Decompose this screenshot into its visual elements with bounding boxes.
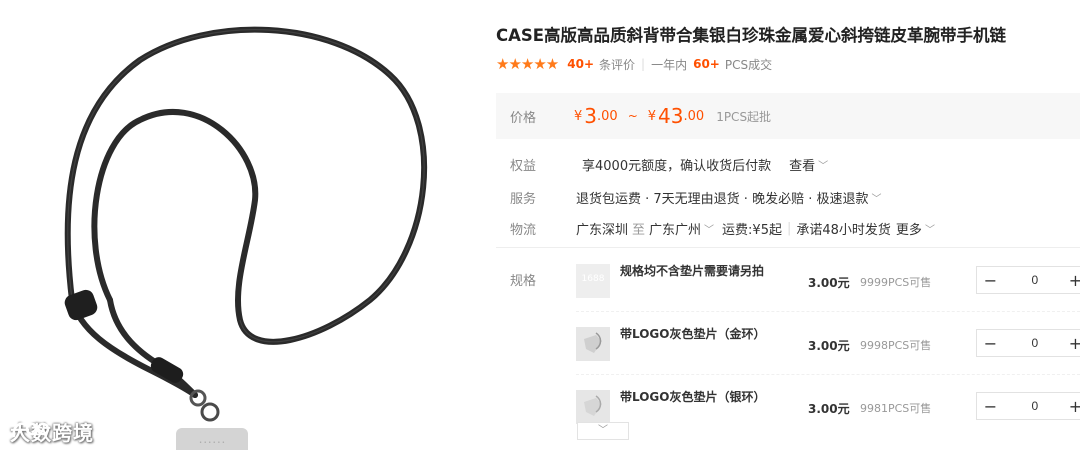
logistics-to[interactable]: 广东广州 (649, 219, 701, 238)
quantity-stepper: − + (976, 392, 1080, 420)
price-box: 价格 ¥ 3 .00 ~ ¥ 43 .00 1PCS起批 (496, 93, 1080, 139)
logistics-from: 广东深圳 (576, 222, 629, 238)
spec-name: 带LOGO灰色垫片（金环） (620, 327, 766, 341)
stats-divider: | (641, 57, 646, 71)
spec-stock: 9999PCS可售 (860, 276, 932, 289)
freight-text: 运费:¥5起 (722, 222, 782, 238)
rights-label: 权益 (510, 158, 537, 174)
review-label[interactable]: 条评价 (599, 56, 635, 73)
price-high: 43 (658, 104, 684, 128)
price-high-decimal: .00 (683, 108, 705, 124)
watermark: 大数跨境 (10, 417, 94, 446)
spec-thumbnail-placeholder[interactable]: 1688 (576, 264, 610, 298)
lanyard-image: • • • • • • (64, 26, 428, 450)
rating-stars-icon: ★★★★★ (496, 55, 559, 73)
spec-price: 3.00元 (808, 276, 850, 290)
spec-item: 1688 规格均不含垫片需要请另拍 3.00元 9999PCS可售 − + (576, 248, 1080, 310)
spec-stock: 9981PCS可售 (860, 402, 932, 415)
chevron-down-icon[interactable]: ﹀ (925, 221, 935, 236)
service-row: 服务 退货包运费 · 7天无理由退货 · 晚发必赔 · 极速退款 ﹀ (496, 186, 881, 208)
spec-item: 带LOGO灰色垫片（金环） 3.00元 9998PCS可售 − + (576, 311, 1080, 373)
quantity-input[interactable] (1003, 273, 1066, 287)
spec-name: 规格均不含垫片需要请另拍 (620, 264, 765, 278)
logistics-more-link[interactable]: 更多 (896, 219, 922, 238)
service-label: 服务 (510, 191, 537, 207)
logistics-row: 物流 广东深圳 至 广东广州 ﹀ 运费:¥5起 | 承诺48小时发货 更多 ﹀ (496, 217, 935, 239)
chevron-down-icon[interactable]: ﹀ (818, 157, 828, 172)
expand-down-icon: ﹀ (598, 425, 608, 436)
clip-pad-image (576, 390, 610, 424)
price-label: 价格 (510, 110, 537, 126)
increase-button[interactable]: + (1066, 397, 1080, 416)
shipping-promise: 承诺48小时发货 (796, 222, 891, 238)
watermark-logo-icon (12, 422, 50, 438)
deal-label: PCS成交 (724, 57, 773, 72)
rights-row: 权益 享4000元额度，确认收货后付款 查看 ﹀ (496, 153, 828, 175)
spec-thumbnail[interactable] (576, 390, 610, 424)
currency-symbol-high: ¥ (647, 108, 657, 124)
spec-name: 带LOGO灰色垫片（银环） (620, 390, 766, 404)
chevron-down-icon[interactable]: ﹀ (871, 190, 881, 205)
product-detail: CASE高版高品质斜背带合集银白珍珠金属爱心斜挎链皮革腕带手机链 ★★★★★ 4… (496, 0, 1080, 450)
rights-text: 享4000元额度，确认收货后付款 (582, 158, 772, 174)
price-low-decimal: .00 (597, 108, 618, 124)
price-low: 3 (584, 104, 598, 128)
review-count[interactable]: 40+ (567, 57, 594, 71)
spec-item: 带LOGO灰色垫片（银环） 3.00元 9981PCS可售 − + (576, 374, 1080, 436)
placeholder-logo-text: 1688 (581, 274, 605, 284)
clip-pad-image (576, 327, 610, 361)
expand-specs-button[interactable]: ﹀ (577, 422, 629, 440)
rights-view-link[interactable]: 查看 (789, 155, 815, 174)
period-label: 一年内 (651, 57, 688, 72)
spec-price: 3.00元 (808, 402, 850, 416)
increase-button[interactable]: + (1066, 271, 1080, 290)
product-stats: ★★★★★ 40+ 条评价 | 一年内 60+ PCS成交 (496, 55, 772, 73)
logistics-divider: | (786, 220, 792, 236)
logistics-label: 物流 (510, 222, 537, 238)
service-text[interactable]: 退货包运费 · 7天无理由退货 · 晚发必赔 · 极速退款 (576, 188, 868, 207)
chevron-down-icon[interactable]: ﹀ (704, 221, 714, 236)
product-title: CASE高版高品质斜背带合集银白珍珠金属爱心斜挎链皮革腕带手机链 (496, 26, 1007, 45)
price-range-tilde: ~ (627, 109, 638, 123)
spec-label: 规格 (510, 274, 537, 289)
min-order-quantity: 1PCS起批 (716, 109, 772, 124)
spec-stock: 9998PCS可售 (860, 339, 932, 352)
spec-thumbnail[interactable] (576, 327, 610, 361)
decrease-button[interactable]: − (977, 271, 1004, 290)
deal-count: 60+ (693, 57, 720, 71)
decrease-button[interactable]: − (977, 397, 1004, 416)
decrease-button[interactable]: − (977, 334, 1004, 353)
quantity-stepper: − + (976, 266, 1080, 294)
increase-button[interactable]: + (1066, 334, 1080, 353)
logistics-to-word: 至 (632, 222, 646, 238)
currency-symbol: ¥ (574, 108, 583, 124)
product-main-image[interactable]: • • • • • • 大数跨境 (0, 0, 490, 450)
quantity-input[interactable] (1003, 399, 1066, 413)
spec-price: 3.00元 (808, 339, 850, 353)
quantity-input[interactable] (1003, 336, 1066, 350)
quantity-stepper: − + (976, 329, 1080, 357)
svg-text:• • • • • •: • • • • • • (199, 440, 225, 446)
